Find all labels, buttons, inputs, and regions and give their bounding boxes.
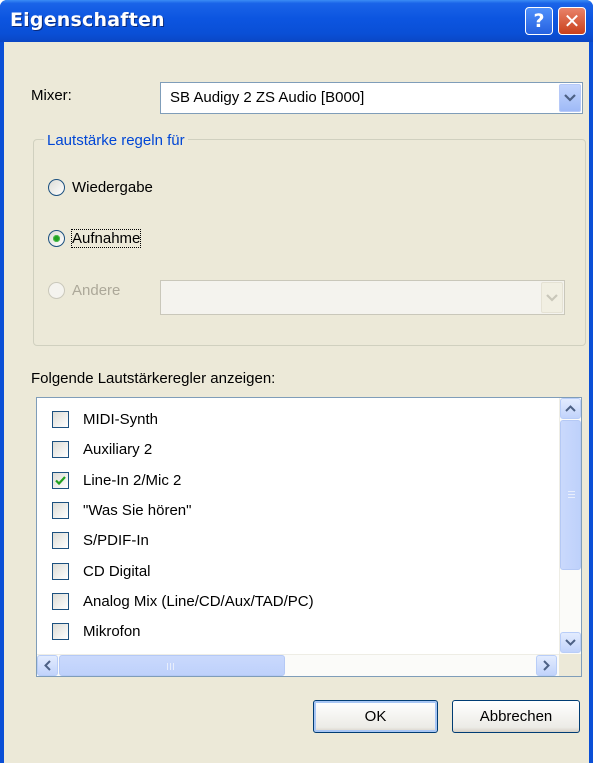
radio-andere[interactable] (48, 282, 65, 299)
help-icon: ? (533, 10, 545, 32)
list-item[interactable]: Mikrofon (37, 620, 557, 646)
list-item-label: "Was Sie hören" (83, 502, 192, 519)
scrollbar-corner (559, 654, 581, 676)
list-item-label: S/PDIF-In (83, 532, 149, 549)
scroll-up-button[interactable] (560, 398, 581, 419)
checkbox-midi-synth[interactable] (52, 411, 69, 428)
horizontal-scroll-thumb[interactable] (59, 655, 285, 676)
checkbox-mikrofon[interactable] (52, 623, 69, 640)
title-bar[interactable]: Eigenschaften ? ✕ (0, 0, 593, 42)
list-item[interactable]: Line-In 2/Mic 2 (37, 469, 557, 495)
close-button[interactable]: ✕ (558, 7, 586, 35)
thumb-grip (568, 491, 575, 492)
mixer-select[interactable]: SB Audigy 2 ZS Audio [B000] (160, 82, 583, 114)
thumb-grip (568, 494, 575, 495)
list-item-label: Line-In 2/Mic 2 (83, 472, 182, 489)
list-item-label: Mikrofon (83, 623, 141, 640)
checkbox-auxiliary-2[interactable] (52, 441, 69, 458)
mixer-label: Mixer: (31, 87, 72, 104)
other-dropdown-button[interactable] (541, 282, 563, 313)
chevron-down-icon (564, 94, 576, 102)
volume-group-legend: Lautstärke regeln für (44, 132, 188, 149)
list-item[interactable]: Analog Mix (Line/CD/Aux/TAD/PC) (37, 590, 557, 616)
horizontal-scrollbar[interactable] (37, 654, 559, 676)
list-item-label: Auxiliary 2 (83, 441, 153, 458)
radio-wiedergabe-label[interactable]: Wiedergabe (72, 179, 153, 196)
list-item[interactable]: S/PDIF-In (37, 529, 557, 555)
vertical-scroll-thumb[interactable] (560, 420, 581, 570)
cancel-button-label: Abbrechen (479, 708, 553, 725)
radio-aufnahme-label[interactable]: Aufnahme (70, 229, 142, 248)
other-select[interactable] (160, 280, 565, 315)
checkmark-icon (55, 476, 66, 486)
ok-button[interactable]: OK (313, 700, 438, 733)
checkbox-spdif-in[interactable] (52, 532, 69, 549)
radio-selected-dot (53, 235, 60, 242)
ok-button-label: OK (364, 708, 387, 725)
checkbox-analog-mix[interactable] (52, 593, 69, 610)
chevron-down-icon (565, 639, 576, 646)
list-item[interactable]: "Was Sie hören" (37, 499, 557, 525)
radio-aufnahme[interactable] (48, 230, 65, 247)
checkbox-line-in-2[interactable] (52, 472, 69, 489)
mixer-dropdown-button[interactable] (559, 84, 581, 112)
list-item[interactable]: CD Digital (37, 560, 557, 586)
vertical-scrollbar[interactable] (559, 398, 581, 654)
cancel-button[interactable]: Abbrechen (452, 700, 580, 733)
radio-andere-label[interactable]: Andere (72, 282, 120, 299)
scroll-down-button[interactable] (560, 632, 581, 653)
radio-wiedergabe[interactable] (48, 179, 65, 196)
chevron-down-icon (546, 293, 558, 302)
chevron-up-icon (565, 405, 576, 412)
thumb-grip (170, 663, 171, 670)
checkbox-cd-digital[interactable] (52, 563, 69, 580)
list-item[interactable]: Auxiliary 2 (37, 438, 557, 464)
volume-controls-list[interactable]: MIDI-Synth Auxiliary 2 Line-In 2/Mic 2 "… (36, 397, 582, 677)
list-item-label: CD Digital (83, 563, 151, 580)
dialog-client-area: Mixer: SB Audigy 2 ZS Audio [B000] Lauts… (4, 42, 589, 763)
thumb-grip (173, 663, 174, 670)
properties-dialog: Eigenschaften ? ✕ Mixer: SB Audigy 2 ZS … (0, 0, 593, 763)
scroll-right-button[interactable] (536, 655, 557, 676)
chevron-left-icon (44, 660, 51, 671)
list-item[interactable]: MIDI-Synth (37, 408, 557, 434)
checkbox-was-sie-horen[interactable] (52, 502, 69, 519)
window-title: Eigenschaften (10, 9, 165, 31)
help-button[interactable]: ? (525, 7, 553, 35)
thumb-grip (568, 497, 575, 498)
chevron-right-icon (543, 660, 550, 671)
controls-list-label: Folgende Lautstärkeregler anzeigen: (31, 370, 276, 387)
list-item-label: Analog Mix (Line/CD/Aux/TAD/PC) (83, 593, 314, 610)
window-border-right (589, 42, 593, 763)
mixer-select-value: SB Audigy 2 ZS Audio [B000] (170, 89, 365, 106)
scroll-left-button[interactable] (37, 655, 58, 676)
list-item-label: MIDI-Synth (83, 411, 159, 428)
close-icon: ✕ (563, 9, 581, 33)
thumb-grip (167, 663, 168, 670)
